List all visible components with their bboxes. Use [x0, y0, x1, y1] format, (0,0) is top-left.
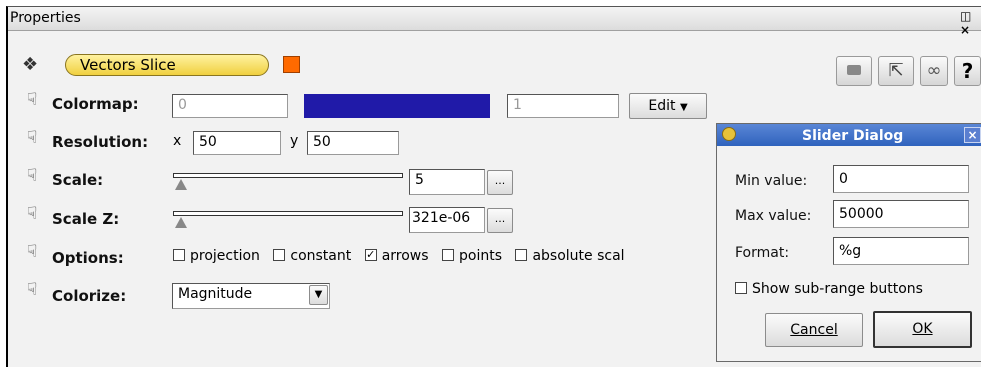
resolution-x-label: x	[173, 133, 182, 149]
help-icon: ?	[961, 59, 974, 83]
pointer-icon: ⇱	[888, 60, 904, 81]
pin-icon[interactable]: ☟	[27, 166, 37, 186]
option-constant[interactable]: constant	[273, 248, 351, 264]
close-icon[interactable]: ×	[964, 127, 981, 143]
max-value-label: Max value:	[735, 208, 812, 224]
link-button[interactable]: ∞	[920, 56, 948, 86]
help-button[interactable]: ?	[954, 56, 981, 86]
max-value-input[interactable]: 50000	[833, 200, 969, 228]
slider-dialog-title: Slider Dialog	[802, 128, 904, 144]
object-name-pill[interactable]: Vectors Slice	[65, 54, 269, 76]
colorize-dropdown-button[interactable]: ▼	[309, 285, 328, 305]
checkbox-icon[interactable]	[273, 249, 286, 261]
min-value-input[interactable]: 0	[833, 165, 969, 193]
colormap-max-input[interactable]: 1	[507, 94, 619, 118]
colormap-min-input[interactable]: 0	[172, 94, 288, 118]
camera-button[interactable]	[836, 56, 872, 86]
checkbox-icon[interactable]	[515, 249, 528, 261]
option-projection[interactable]: projection	[173, 248, 260, 264]
colormap-bar[interactable]	[304, 94, 490, 118]
scale-input[interactable]: 5	[409, 169, 485, 195]
cancel-button[interactable]: Cancel	[765, 313, 863, 347]
scale-slider[interactable]	[173, 173, 403, 178]
checkbox-checked-icon[interactable]: ✓	[364, 249, 377, 261]
object-color-swatch[interactable]	[283, 56, 300, 73]
pin-icon[interactable]: ☟	[27, 90, 37, 110]
pointer-button[interactable]: ⇱	[878, 56, 914, 86]
scale-label: Scale:	[52, 171, 104, 189]
colorize-select[interactable]: Magnitude	[172, 283, 330, 309]
resolution-y-label: y	[290, 133, 299, 149]
app-icon	[722, 127, 736, 141]
chevron-down-icon: ▼	[314, 289, 323, 300]
scale-z-label: Scale Z:	[52, 210, 120, 228]
edit-label: Edit	[648, 98, 676, 114]
min-value-label: Min value:	[735, 173, 808, 189]
scale-z-slider-handle[interactable]	[175, 217, 187, 228]
panel-title: Properties	[10, 10, 81, 26]
scale-slider-handle[interactable]	[175, 179, 187, 190]
checkbox-icon[interactable]	[173, 249, 185, 261]
options-group: projection constant ✓ arrows points absol…	[173, 248, 713, 264]
scale-z-input[interactable]: 321e-06	[409, 207, 485, 233]
subrange-checkbox-row[interactable]: Show sub-range buttons	[735, 281, 923, 297]
object-icon: ❖	[22, 54, 39, 75]
colorize-label: Colorize:	[52, 287, 127, 305]
resolution-y-input[interactable]: 50	[307, 131, 399, 155]
colorize-value: Magnitude	[178, 286, 253, 302]
subrange-label: Show sub-range buttons	[752, 281, 923, 297]
menu-indicator-icon: ▼	[679, 102, 688, 113]
format-input[interactable]: %g	[833, 237, 969, 265]
cancel-label: Cancel	[790, 322, 838, 338]
option-absolute-scale[interactable]: absolute scal	[515, 248, 625, 264]
resolution-label: Resolution:	[52, 133, 149, 151]
scale-dots-button[interactable]: ...	[487, 170, 513, 195]
pin-icon[interactable]: ☟	[27, 128, 37, 148]
ok-button[interactable]: OK	[873, 311, 972, 348]
window-controls[interactable]: ◫ ×	[960, 9, 981, 37]
checkbox-icon[interactable]	[735, 282, 747, 294]
option-points[interactable]: points	[442, 248, 502, 264]
format-label: Format:	[735, 245, 790, 261]
camera-icon	[847, 65, 861, 75]
link-icon: ∞	[926, 60, 942, 81]
scale-z-dots-button[interactable]: ...	[487, 208, 513, 233]
option-arrows[interactable]: ✓ arrows	[364, 248, 429, 264]
colormap-label: Colormap:	[52, 95, 139, 113]
panel-titlebar	[8, 7, 981, 31]
pin-icon[interactable]: ☟	[27, 242, 37, 262]
ok-label: OK	[912, 321, 933, 337]
pin-icon[interactable]: ☟	[27, 280, 37, 300]
options-label: Options:	[52, 249, 124, 267]
resolution-x-input[interactable]: 50	[193, 131, 281, 155]
checkbox-icon[interactable]	[442, 249, 455, 261]
scale-z-slider[interactable]	[173, 211, 403, 216]
pin-icon[interactable]: ☟	[27, 204, 37, 224]
colormap-edit-button[interactable]: Edit ▼	[629, 93, 707, 119]
